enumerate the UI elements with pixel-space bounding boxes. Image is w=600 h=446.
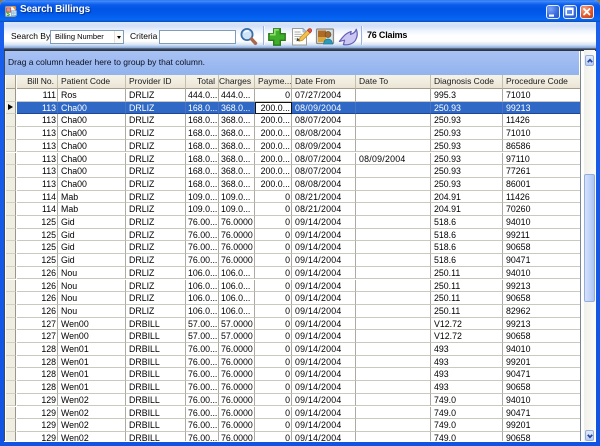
svg-text:$: $: [6, 11, 10, 18]
